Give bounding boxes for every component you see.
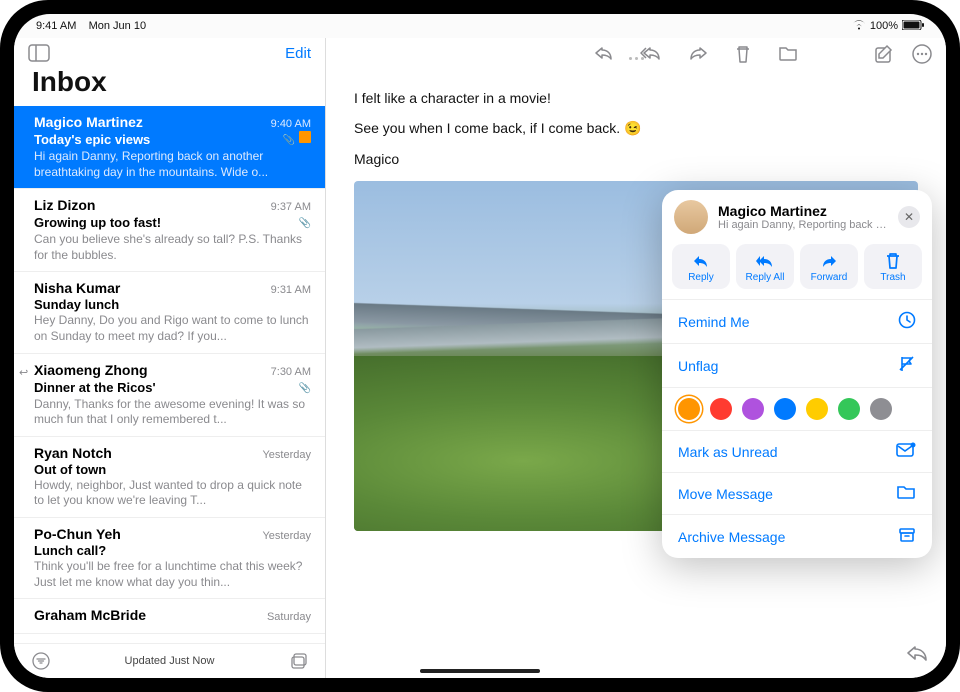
message-row[interactable]: Ryan Notch Yesterday Out of townHowdy, nei… bbox=[14, 437, 325, 518]
unflag-button[interactable]: Unflag bbox=[662, 343, 932, 387]
message-row[interactable]: ↩ Xiaomeng Zhong 7:30 AM Dinner at the Rico… bbox=[14, 354, 325, 437]
flag-slash-icon bbox=[898, 355, 916, 376]
reply-all-button[interactable]: Reply All bbox=[736, 244, 794, 289]
wifi-icon bbox=[852, 20, 866, 33]
time: 9:31 AM bbox=[271, 284, 311, 296]
attachment-icon: 📎 bbox=[283, 135, 295, 146]
popover-sender: Magico Martinez bbox=[718, 203, 888, 219]
battery-percent: 100% bbox=[870, 20, 898, 32]
sidebar: Edit Inbox Magico Martinez 9:40 AM Today's… bbox=[14, 38, 326, 678]
time: 9:37 AM bbox=[271, 201, 311, 213]
home-indicator[interactable] bbox=[420, 669, 540, 673]
sender: Ryan Notch bbox=[34, 445, 112, 461]
archive-icon bbox=[898, 526, 916, 547]
reply-icon[interactable] bbox=[594, 44, 614, 64]
reply-all-icon[interactable] bbox=[640, 44, 662, 64]
preview: Hey Danny, Do you and Rigo want to come … bbox=[34, 313, 311, 344]
inbox-title: Inbox bbox=[14, 64, 325, 106]
move-message-button[interactable]: Move Message bbox=[662, 472, 932, 514]
forward-icon bbox=[802, 252, 856, 270]
status-time: 9:41 AM bbox=[36, 20, 76, 32]
subject: Lunch call? bbox=[34, 543, 106, 558]
more-icon[interactable] bbox=[912, 44, 932, 64]
flag-color-swatch[interactable] bbox=[774, 398, 796, 420]
status-bar: 9:41 AM Mon Jun 10 100% bbox=[14, 14, 946, 38]
preview: Howdy, neighbor, Just wanted to drop a q… bbox=[34, 478, 311, 509]
time: 7:30 AM bbox=[271, 366, 311, 378]
compose-stack-icon[interactable] bbox=[289, 652, 307, 670]
forward-button[interactable]: Forward bbox=[800, 244, 858, 289]
sender: Graham McBride bbox=[34, 607, 146, 623]
sender: Po-Chun Yeh bbox=[34, 526, 121, 542]
battery-icon bbox=[902, 20, 924, 33]
message-row[interactable]: Graham McBride Saturday bbox=[14, 599, 325, 634]
sidebar-toggle-icon[interactable] bbox=[28, 44, 50, 62]
message-row[interactable]: Magico Martinez 9:40 AM Today's epic views… bbox=[14, 106, 325, 189]
flag-icon bbox=[299, 131, 311, 143]
subject: Growing up too fast! bbox=[34, 215, 161, 230]
message-list: Magico Martinez 9:40 AM Today's epic views… bbox=[14, 106, 325, 643]
reply-button[interactable]: Reply bbox=[672, 244, 730, 289]
status-date: Mon Jun 10 bbox=[89, 20, 146, 32]
folder-icon bbox=[896, 484, 916, 503]
email-signature: Magico bbox=[354, 151, 918, 167]
remind-me-button[interactable]: Remind Me bbox=[662, 299, 932, 343]
preview: Danny, Thanks for the awesome evening! I… bbox=[34, 397, 311, 428]
subject: Out of town bbox=[34, 462, 106, 477]
compose-icon[interactable] bbox=[874, 44, 894, 64]
flag-color-swatch[interactable] bbox=[806, 398, 828, 420]
edit-button[interactable]: Edit bbox=[285, 45, 311, 62]
trash-icon[interactable] bbox=[734, 44, 752, 64]
email-line-1: I felt like a character in a movie! bbox=[354, 90, 918, 106]
trash-button[interactable]: Trash bbox=[864, 244, 922, 289]
envelope-icon bbox=[896, 442, 916, 461]
message-row[interactable]: Nisha Kumar 9:31 AM Sunday lunchHey Danny,… bbox=[14, 272, 325, 353]
preview: Think you'll be free for a lunchtime cha… bbox=[34, 559, 311, 590]
time: Saturday bbox=[267, 611, 311, 623]
flag-color-swatch[interactable] bbox=[678, 398, 700, 420]
archive-message-button[interactable]: Archive Message bbox=[662, 514, 932, 558]
subject: Dinner at the Ricos' bbox=[34, 380, 156, 395]
message-pane: I felt like a character in a movie! See … bbox=[326, 38, 946, 678]
sender: Xiaomeng Zhong bbox=[34, 362, 148, 378]
flag-color-swatch[interactable] bbox=[870, 398, 892, 420]
time: Yesterday bbox=[262, 449, 311, 461]
sender: Magico Martinez bbox=[34, 114, 143, 130]
time: Yesterday bbox=[262, 530, 311, 542]
replied-icon: ↩ bbox=[19, 366, 28, 379]
preview: Can you believe she's already so tall? P… bbox=[34, 232, 311, 263]
flag-color-swatch[interactable] bbox=[742, 398, 764, 420]
flag-color-swatch[interactable] bbox=[710, 398, 732, 420]
message-row[interactable]: Po-Chun Yeh Yesterday Lunch call?Think you… bbox=[14, 518, 325, 599]
subject: Sunday lunch bbox=[34, 297, 119, 312]
clock-icon bbox=[898, 311, 916, 332]
avatar bbox=[674, 200, 708, 234]
popover-preview: Hi again Danny, Reporting back o... bbox=[718, 219, 888, 231]
email-line-2: See you when I come back, if I come back… bbox=[354, 120, 918, 137]
time: 9:40 AM bbox=[271, 118, 311, 130]
mark-unread-button[interactable]: Mark as Unread bbox=[662, 430, 932, 472]
forward-icon[interactable] bbox=[688, 44, 708, 64]
subject: Today's epic views bbox=[34, 132, 150, 147]
reply-all-icon bbox=[738, 252, 792, 270]
message-row[interactable]: Liz Dizon 9:37 AM Growing up too fast! 📎 Can… bbox=[14, 189, 325, 272]
updated-label: Updated Just Now bbox=[125, 655, 215, 667]
folder-icon[interactable] bbox=[778, 44, 798, 64]
sender: Nisha Kumar bbox=[34, 280, 120, 296]
close-icon[interactable]: ✕ bbox=[898, 206, 920, 228]
attachment-icon: 📎 bbox=[299, 383, 311, 394]
flag-color-swatch[interactable] bbox=[838, 398, 860, 420]
reply-icon bbox=[674, 252, 728, 270]
preview: Hi again Danny, Reporting back on anothe… bbox=[34, 149, 311, 180]
trash-icon bbox=[866, 252, 920, 270]
sender: Liz Dizon bbox=[34, 197, 95, 213]
attachment-icon: 📎 bbox=[299, 218, 311, 229]
flag-color-row bbox=[662, 387, 932, 430]
quick-reply-icon[interactable] bbox=[906, 643, 928, 668]
action-popover: Magico Martinez Hi again Danny, Reportin… bbox=[662, 190, 932, 558]
filter-icon[interactable] bbox=[32, 652, 50, 670]
